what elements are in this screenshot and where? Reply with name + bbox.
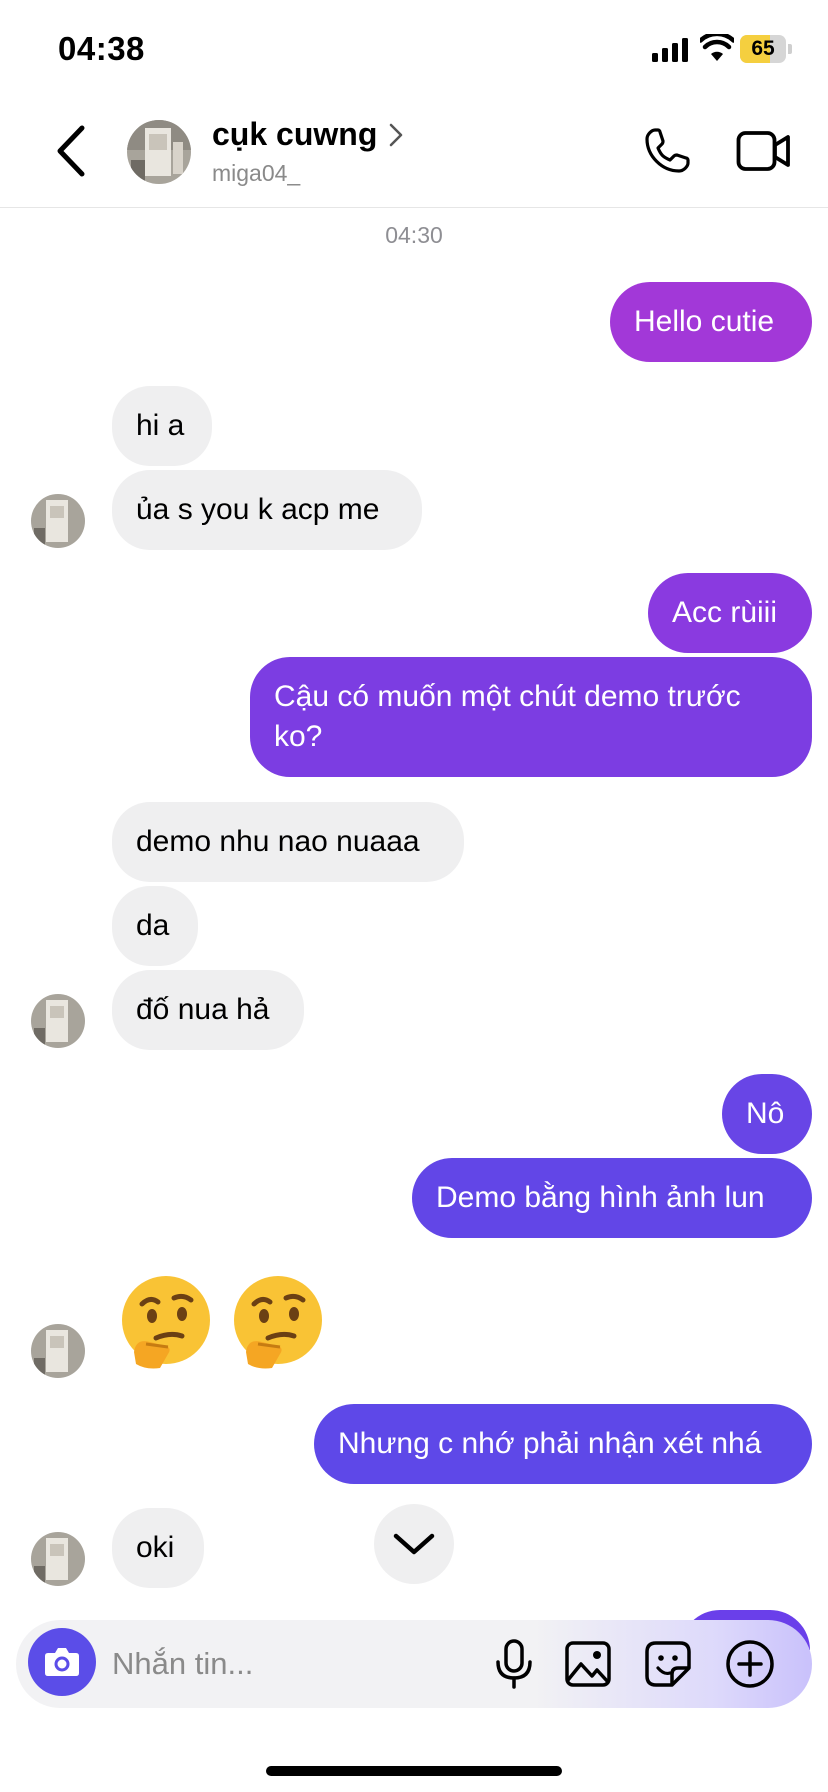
- chevron-right-icon[interactable]: [388, 122, 404, 148]
- plus-icon[interactable]: [724, 1638, 776, 1690]
- message-bubble-incoming[interactable]: hi a: [112, 386, 212, 466]
- message-bubble-incoming[interactable]: demo nhu nao nuaaa: [112, 802, 464, 882]
- message-composer: [16, 1620, 812, 1708]
- sender-avatar[interactable]: [31, 494, 85, 548]
- message-bubble-incoming[interactable]: đố nua hả: [112, 970, 304, 1050]
- contact-name[interactable]: cụk cuwng: [212, 116, 377, 153]
- camera-button[interactable]: [28, 1628, 96, 1696]
- message-bubble-incoming[interactable]: da: [112, 886, 198, 966]
- contact-avatar[interactable]: [127, 120, 191, 184]
- scroll-to-bottom-button[interactable]: [374, 1504, 454, 1584]
- chat-timestamp: 04:30: [385, 222, 443, 248]
- status-bar: 04:38 65: [0, 0, 828, 100]
- message-bubble-outgoing[interactable]: Cậu có muốn một chút demo trước ko?: [250, 657, 812, 777]
- message-bubble-incoming[interactable]: ủa s you k acp me: [112, 470, 422, 550]
- camera-icon: [45, 1648, 79, 1676]
- message-input[interactable]: [112, 1630, 472, 1698]
- wifi-icon: [700, 34, 734, 61]
- microphone-icon[interactable]: [490, 1638, 538, 1690]
- sender-avatar[interactable]: [31, 1532, 85, 1586]
- contact-username: miga04_: [212, 160, 301, 186]
- chat-header: cụk cuwng miga04_: [0, 100, 828, 208]
- back-chevron-icon[interactable]: [50, 122, 94, 180]
- cellular-signal-icon: [652, 38, 688, 62]
- message-bubble-outgoing[interactable]: Nhưng c nhớ phải nhận xét nhá: [314, 1404, 812, 1484]
- message-bubble-outgoing[interactable]: Acc rùiii: [648, 573, 812, 653]
- message-bubble-incoming[interactable]: oki: [112, 1508, 204, 1588]
- message-bubble-outgoing[interactable]: Demo bằng hình ảnh lun: [412, 1158, 812, 1238]
- phone-icon[interactable]: [642, 126, 692, 176]
- message-bubble-outgoing[interactable]: Hello cutie: [610, 282, 812, 362]
- thinking-face-emoji[interactable]: [228, 1272, 328, 1372]
- message-text: Cậu có muốn một chút demo trước ko?: [274, 680, 741, 753]
- home-indicator: [266, 1766, 562, 1776]
- video-camera-icon[interactable]: [736, 128, 792, 174]
- message-bubble-outgoing[interactable]: Nô: [722, 1074, 812, 1154]
- sender-avatar[interactable]: [31, 994, 85, 1048]
- sender-avatar[interactable]: [31, 1324, 85, 1378]
- battery-icon: 65: [740, 35, 792, 63]
- sticker-icon[interactable]: [644, 1640, 692, 1688]
- thinking-face-emoji[interactable]: [116, 1272, 216, 1372]
- battery-percent: 65: [751, 37, 775, 60]
- chevron-down-icon: [393, 1533, 435, 1555]
- gallery-icon[interactable]: [564, 1640, 612, 1688]
- status-time: 04:38: [58, 30, 145, 67]
